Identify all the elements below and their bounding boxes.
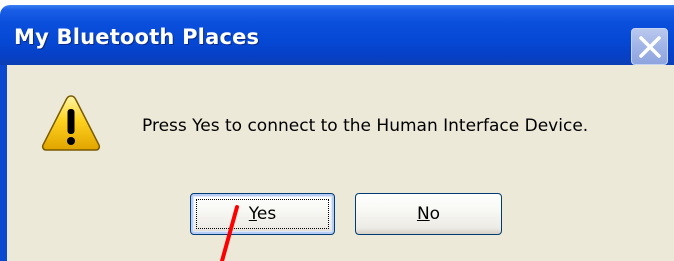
annotation-pointer-arrow: [220, 205, 239, 261]
screenshot: My Bluetooth Places Press Yes to connect…: [0, 0, 674, 261]
message-dialog: My Bluetooth Places Press Yes to connect…: [0, 0, 674, 261]
